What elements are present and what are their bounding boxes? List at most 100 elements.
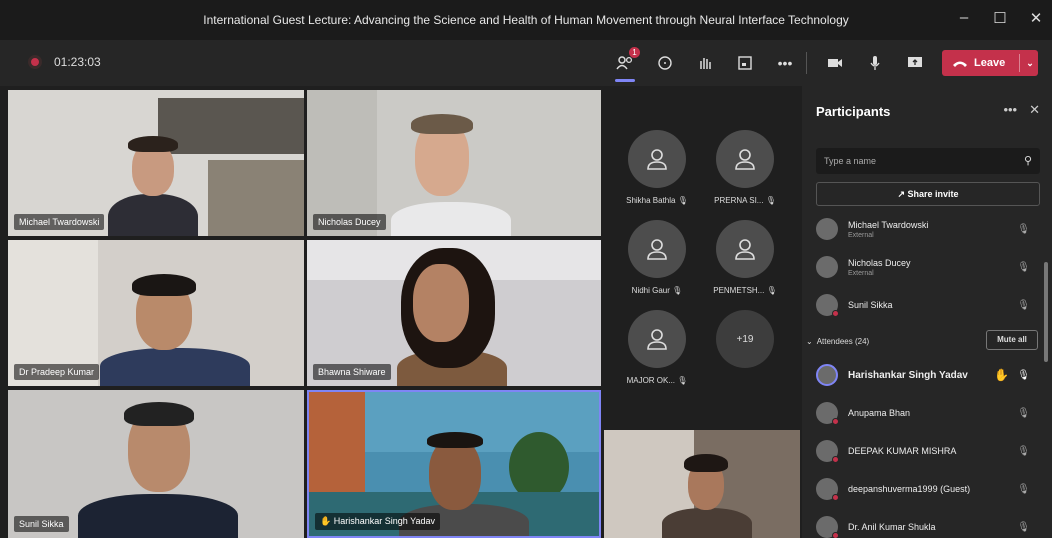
raised-hand-icon: ✋ [320, 516, 332, 526]
participant-name: Harishankar Singh Yadav [848, 369, 968, 381]
hang-up-icon [953, 61, 967, 67]
search-input[interactable]: Type a name ⚲ [816, 148, 1040, 174]
participant-row[interactable]: Anupama Bhan 🎙 [816, 394, 1040, 432]
avatar-tile[interactable]: Nidhi Gaur 🎙 [612, 220, 702, 295]
minimize-button[interactable]: – [956, 9, 972, 27]
raised-hand-icon: ✋ [994, 368, 1010, 382]
participant-name: deepanshuverma1999 (Guest) [848, 484, 971, 494]
more-participants-button[interactable]: +19 [700, 310, 790, 368]
video-tile[interactable]: Nicholas Ducey [307, 90, 601, 236]
avatar [816, 516, 839, 538]
avatar-name: MAJOR OK... 🎙 [626, 376, 688, 385]
mic-icon [870, 56, 880, 70]
recording-icon [28, 55, 42, 69]
participant-row[interactable]: deepanshuverma1999 (Guest) 🎙 [816, 470, 1040, 508]
participant-name: DEEPAK KUMAR MISHRA [848, 446, 957, 456]
share-invite-label: Share invite [907, 189, 959, 199]
chat-button[interactable] [652, 50, 678, 76]
mic-off-icon: 🎙 [1017, 445, 1030, 457]
mute-all-button[interactable]: Mute all [986, 330, 1038, 350]
chevron-down-icon[interactable]: ⌄ [1026, 58, 1034, 69]
participant-row[interactable]: Harishankar Singh Yadav ✋ 🎙 [816, 356, 1040, 394]
attendees-label: Attendees (24) [816, 336, 870, 346]
participant-row[interactable]: Sunil Sikka 🎙 [816, 286, 1040, 324]
participant-name: Nicholas Ducey [848, 257, 911, 268]
search-placeholder: Type a name [824, 156, 877, 166]
video-tile[interactable]: Dr Pradeep Kumar [8, 240, 304, 386]
window-controls: – ☐ ✕ [956, 9, 1044, 27]
avatar-tile[interactable]: PENMETSH... 🎙 [700, 220, 790, 295]
avatar-tile[interactable]: PRERNA SI... 🎙 [700, 130, 790, 205]
participant-row[interactable]: Michael Twardowski External 🎙 [816, 210, 1040, 248]
toolbar-divider [806, 52, 807, 74]
participant-name: Michael Twardowski [14, 214, 105, 230]
video-tile[interactable]: Bhawna Shiware [307, 240, 601, 386]
share-screen-icon [908, 57, 922, 67]
more-actions-button[interactable]: ••• [772, 50, 798, 76]
mic-off-icon: 🎙 [1017, 483, 1030, 495]
hand-icon [700, 58, 711, 69]
avatar [816, 478, 839, 501]
avatar [716, 130, 774, 188]
camera-icon [828, 59, 842, 67]
mic-off-icon: 🎙 [1017, 521, 1030, 533]
video-tile[interactable]: Sunil Sikka [8, 390, 304, 538]
close-window-button[interactable]: ✕ [1028, 9, 1044, 27]
participant-tag: External [848, 231, 874, 239]
leave-button[interactable]: Leave ⌄ [942, 50, 1038, 76]
teams-window: International Guest Lecture: Advancing t… [0, 0, 1052, 538]
avatar-name: PENMETSH... 🎙 [713, 286, 777, 295]
participant-name: Dr. Anil Kumar Shukla [848, 522, 936, 532]
person-icon [735, 239, 755, 260]
avatar-tile[interactable]: MAJOR OK... 🎙 [612, 310, 702, 385]
mic-off-icon: 🎙 [766, 286, 777, 295]
avatar [816, 364, 838, 386]
mic-off-icon: 🎙 [1017, 261, 1030, 273]
avatar [816, 440, 839, 463]
participant-row[interactable]: Nicholas Ducey External 🎙 [816, 248, 1040, 286]
mic-off-icon: 🎙 [672, 286, 683, 295]
person-icon [647, 329, 667, 350]
media-controls [822, 50, 928, 76]
panel-more-button[interactable]: ••• [1003, 102, 1017, 118]
title-bar: International Guest Lecture: Advancing t… [0, 0, 1052, 40]
panel-close-button[interactable]: ✕ [1029, 102, 1040, 118]
video-tile[interactable]: Michael Twardowski [8, 90, 304, 236]
participant-name: Michael Twardowski [848, 219, 929, 230]
more-count: +19 [716, 310, 774, 368]
video-tile[interactable]: ✋ Harishankar Singh Yadav [307, 390, 601, 538]
mic-off-icon: 🎙 [1017, 407, 1030, 419]
meeting-timer: 01:23:03 [54, 55, 101, 69]
chevron-down-icon: ⌄ [806, 336, 813, 346]
avatar [628, 130, 686, 188]
participant-name: Nicholas Ducey [313, 214, 386, 230]
share-invite-button[interactable]: ↗ Share invite [816, 182, 1040, 206]
avatar-tile[interactable]: Shikha Bathla 🎙 [612, 130, 702, 205]
camera-button[interactable] [822, 50, 848, 76]
participant-avatar-grid: Shikha Bathla 🎙 PRERNA SI... 🎙 Nidhi Gau… [604, 86, 800, 429]
avatar-name: Shikha Bathla 🎙 [626, 196, 688, 205]
mic-off-icon: 🎙 [1017, 299, 1030, 311]
mic-button[interactable] [862, 50, 888, 76]
rooms-button[interactable] [732, 50, 758, 76]
avatar [816, 218, 838, 240]
share-icon: ↗ [897, 189, 905, 199]
meeting-title: International Guest Lecture: Advancing t… [203, 13, 849, 27]
toolbar-actions: 1 ••• [612, 47, 798, 82]
participants-button[interactable]: 1 [612, 47, 640, 82]
maximize-button[interactable]: ☐ [992, 9, 1008, 27]
reactions-button[interactable] [692, 50, 718, 76]
participant-name: Bhawna Shiware [313, 364, 391, 380]
mic-off-icon: 🎙 [1017, 223, 1030, 235]
participant-row[interactable]: Dr. Anil Kumar Shukla 🎙 [816, 508, 1040, 538]
panel-title: Participants [816, 104, 891, 119]
avatar-name: Nidhi Gaur 🎙 [631, 286, 683, 295]
avatar [816, 256, 838, 278]
share-screen-button[interactable] [902, 50, 928, 76]
person-icon [647, 239, 667, 260]
panel-scrollbar[interactable] [1044, 262, 1048, 362]
video-tile[interactable] [604, 430, 800, 538]
attendees-section[interactable]: ⌄ Attendees (24) Mute all [806, 330, 1038, 352]
participant-row[interactable]: DEEPAK KUMAR MISHRA 🎙 [816, 432, 1040, 470]
avatar [716, 220, 774, 278]
